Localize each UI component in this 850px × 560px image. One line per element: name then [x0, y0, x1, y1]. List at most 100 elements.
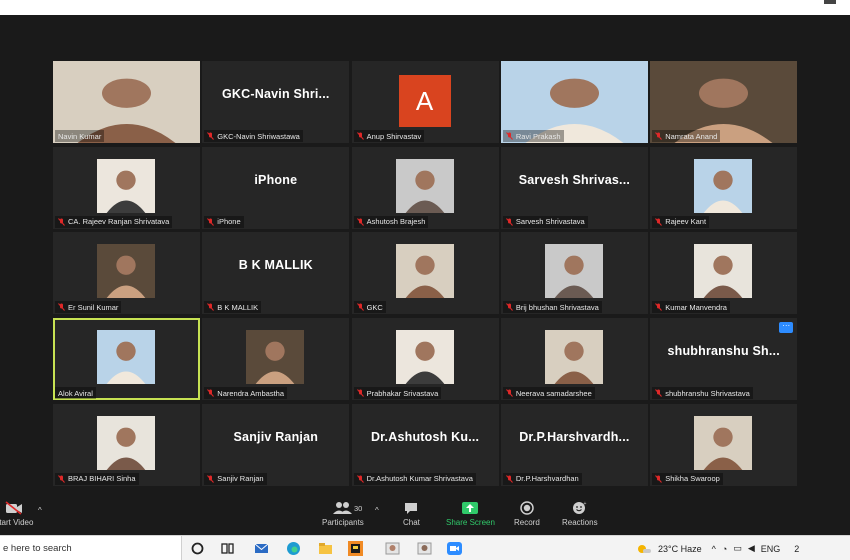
reactions-button[interactable]: + Reactions	[562, 501, 598, 527]
participant-name: shubhranshu Shrivastava	[665, 388, 750, 398]
muted-mic-icon	[207, 303, 215, 312]
participant-name: GKC	[366, 302, 383, 312]
muted-mic-icon	[655, 474, 663, 483]
participant-photo	[544, 244, 603, 299]
participants-count: 30	[354, 504, 363, 513]
volume-icon[interactable]: ◀	[748, 543, 755, 554]
participant-tile[interactable]: shubhranshu Sh... ··· shubhranshu Shrivast…	[650, 318, 798, 401]
cortana-icon[interactable]	[189, 540, 206, 557]
file-explorer-icon[interactable]	[317, 540, 334, 557]
participant-display-name: Sarvesh Shrivas...	[518, 172, 631, 187]
participant-tile[interactable]: Sanjiv Ranjan Sanjiv Ranjan	[202, 403, 350, 486]
participant-tile[interactable]: Neerava samadarshee	[500, 318, 648, 401]
participants-label: Participants	[322, 518, 364, 527]
participant-display-name: B K MALLIK	[238, 258, 313, 273]
chat-button[interactable]: Chat	[403, 501, 420, 527]
taskbar-search-box[interactable]: e here to search	[0, 536, 182, 560]
network-icon[interactable]: ◔	[722, 544, 727, 554]
chevron-up-icon[interactable]: ^	[712, 544, 716, 554]
photo-app-icon[interactable]	[384, 540, 401, 557]
participant-tile[interactable]: Dr.Ashutosh Ku... Dr.Ashutosh Kumar Shriv…	[351, 403, 499, 486]
record-label: Record	[514, 518, 540, 527]
muted-mic-icon	[356, 389, 364, 397]
sticky-notes-icon[interactable]	[347, 540, 364, 557]
record-button[interactable]: Record	[514, 501, 540, 527]
participant-tile[interactable]: Dr.P.Harshvardh... Dr.P.Harshvardhan	[500, 403, 648, 486]
muted-mic-icon	[506, 474, 513, 483]
participant-tile[interactable]: Rajeev Kant	[650, 146, 798, 229]
edge-browser-icon[interactable]	[285, 540, 302, 557]
participant-name-label: GKC-Navin Shriwastawa	[204, 130, 303, 142]
participant-display-name: Sanjiv Ranjan	[233, 429, 319, 444]
video-options-caret[interactable]: ^	[38, 506, 42, 515]
svg-text:+: +	[583, 501, 586, 507]
photo-app-2-icon[interactable]	[416, 540, 433, 557]
participant-name: Namrata Anand	[665, 131, 718, 141]
gallery-view: Navin Kumar GKC-Navin Shri... GKC-Navin Sh…	[53, 61, 798, 488]
participant-name-label: Dr.P.Harshvardhan	[502, 472, 582, 485]
participant-name-label: Kumar Manvendra	[652, 301, 730, 314]
participant-photo	[97, 415, 155, 470]
participant-tile[interactable]: Ravi Prakash	[500, 61, 648, 143]
participant-tile[interactable]: A Anup Shirvastav	[351, 61, 499, 143]
muted-mic-icon	[506, 217, 513, 226]
participants-options-caret[interactable]: ^	[375, 506, 379, 515]
participant-name: Prabhakar Srivastava	[366, 388, 439, 398]
battery-icon[interactable]: ▭	[733, 543, 742, 554]
zoom-app-icon[interactable]	[446, 540, 463, 557]
participant-name-label: Namrata Anand	[652, 130, 721, 142]
muted-mic-icon	[655, 132, 663, 140]
participant-tile[interactable]: Alok Aviral	[53, 318, 200, 401]
participant-name-label: Er Sunil Kumar	[55, 301, 122, 314]
participant-tile[interactable]: Prabhakar Srivastava	[351, 318, 499, 401]
muted-mic-icon	[655, 303, 663, 312]
participant-tile[interactable]: BRAJ BIHARI Sinha	[53, 403, 200, 486]
participant-tile[interactable]: Brij bhushan Shrivastava	[500, 232, 648, 315]
participant-name-label: Rajeev Kant	[652, 215, 710, 228]
participant-name: Shikha Swaroop	[665, 474, 720, 484]
participant-tile[interactable]: Namrata Anand	[650, 61, 798, 143]
participant-name-label: B K MALLIK	[204, 301, 262, 314]
mail-icon[interactable]	[253, 540, 270, 557]
chat-icon	[405, 503, 418, 514]
system-tray: 23°C Haze ^ ◔ ▭ ◀ ENG 2	[636, 536, 799, 560]
participant-tile[interactable]: B K MALLIK B K MALLIK	[202, 232, 350, 315]
participant-tile[interactable]: Navin Kumar	[53, 61, 200, 143]
chat-label: Chat	[403, 518, 420, 527]
participant-tile[interactable]: Kumar Manvendra	[650, 232, 798, 315]
muted-mic-icon	[356, 474, 364, 483]
clock[interactable]: 2	[794, 544, 799, 554]
muted-mic-icon	[207, 217, 215, 226]
participant-tile[interactable]: Er Sunil Kumar	[53, 232, 200, 315]
share-screen-button[interactable]: Share Screen	[446, 501, 495, 527]
participant-tile[interactable]: GKC-Navin Shri... GKC-Navin Shriwastawa	[202, 61, 350, 143]
start-video-label: Start Video	[0, 518, 34, 527]
participant-name-label: Sanjiv Ranjan	[204, 472, 267, 485]
more-options-icon[interactable]: ···	[779, 322, 794, 334]
participant-tile[interactable]: Narendra Ambastha	[202, 318, 350, 401]
muted-mic-icon	[58, 474, 65, 483]
participant-name-label: iPhone	[204, 215, 244, 228]
task-view-icon[interactable]	[219, 540, 236, 557]
language-indicator[interactable]: ENG	[761, 544, 781, 554]
window-top-bar	[0, 0, 850, 15]
participant-name: iPhone	[217, 217, 241, 227]
participant-tile[interactable]: Ashutosh Brajesh	[351, 146, 499, 229]
participant-photo	[97, 158, 155, 213]
participant-tile[interactable]: Sarvesh Shrivas... Sarvesh Shrivastava	[500, 146, 648, 229]
weather-text[interactable]: 23°C Haze	[658, 544, 702, 554]
participant-tile[interactable]: Shikha Swaroop	[650, 403, 798, 486]
video-off-icon	[5, 501, 22, 515]
participant-tile[interactable]: iPhone iPhone	[202, 146, 350, 229]
participant-photo	[395, 330, 454, 385]
participant-name: Kumar Manvendra	[665, 302, 727, 312]
participant-name: Rajeev Kant	[665, 217, 707, 227]
muted-mic-icon	[207, 474, 215, 483]
participant-name: GKC-Navin Shriwastawa	[217, 131, 300, 141]
zoom-meeting-window: Navin Kumar GKC-Navin Shri... GKC-Navin Sh…	[0, 0, 850, 560]
start-video-button[interactable]: Start Video	[0, 501, 33, 527]
participant-tile[interactable]: GKC	[351, 232, 499, 315]
muted-mic-icon	[506, 303, 513, 312]
participant-tile[interactable]: CA. Rajeev Ranjan Shrivatava	[53, 146, 200, 229]
participant-display-name: Dr.P.Harshvardh...	[519, 429, 630, 444]
